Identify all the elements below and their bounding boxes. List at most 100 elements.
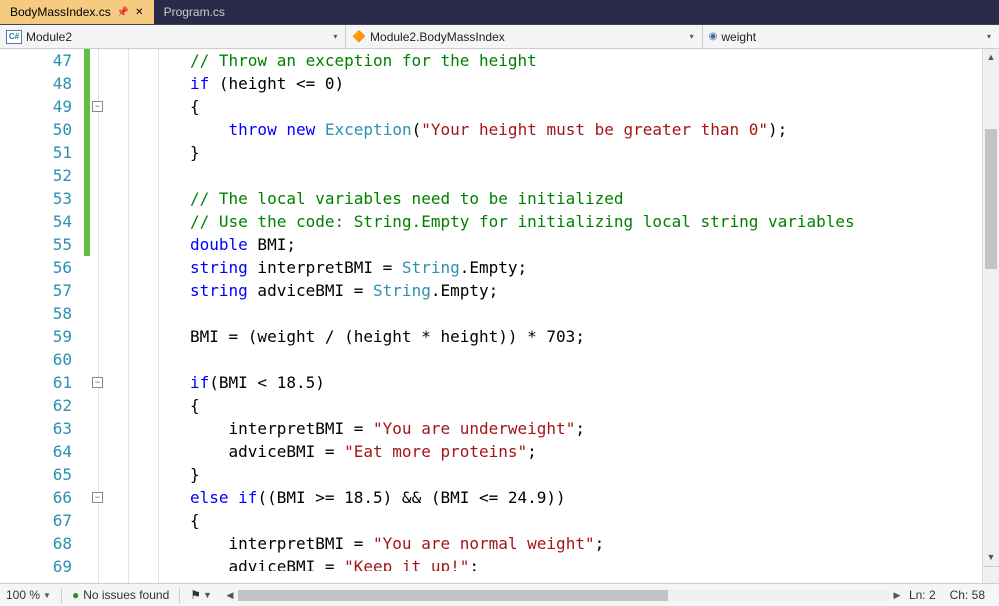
fold-toggle[interactable]: − — [92, 492, 103, 503]
tab-label: Program.cs — [164, 5, 225, 19]
close-icon[interactable]: ✕ — [135, 7, 143, 18]
code-line[interactable]: BMI = (weight / (height * height)) * 703… — [190, 325, 855, 348]
change-tracking-bar — [84, 49, 90, 256]
line-number: 55 — [0, 233, 72, 256]
line-number: 51 — [0, 141, 72, 164]
line-number: 63 — [0, 417, 72, 440]
tab-bodymassindex[interactable]: BodyMassIndex.cs 📌 ✕ — [0, 0, 154, 24]
fold-toggle[interactable]: − — [92, 101, 103, 112]
code-line[interactable]: else if((BMI >= 18.5) && (BMI <= 24.9)) — [190, 486, 855, 509]
code-line[interactable]: interpretBMI = "You are normal weight"; — [190, 532, 855, 555]
code-area[interactable]: // Throw an exception for the heightif (… — [190, 49, 855, 583]
code-editor[interactable]: 4748495051525354555657585960616263646566… — [0, 49, 999, 583]
zoom-control[interactable]: 100 % ▼ — [0, 588, 57, 602]
separator — [61, 588, 62, 603]
code-line[interactable] — [190, 302, 855, 325]
class-icon: 🔶 — [352, 30, 366, 43]
split-handle[interactable] — [983, 566, 999, 583]
flag-icon: ⚑ — [190, 588, 201, 602]
fold-toggle[interactable]: − — [92, 377, 103, 388]
field-icon: ◉ — [709, 31, 718, 42]
line-number: 61 — [0, 371, 72, 394]
char-indicator: Ch: 58 — [950, 588, 985, 602]
code-line[interactable]: if(BMI < 18.5) — [190, 371, 855, 394]
scroll-thumb[interactable] — [985, 129, 997, 269]
code-line[interactable]: adviceBMI = "Eat more proteins"; — [190, 440, 855, 463]
line-number: 69 — [0, 555, 72, 578]
code-line[interactable]: interpretBMI = "You are underweight"; — [190, 417, 855, 440]
tab-label: BodyMassIndex.cs — [10, 5, 111, 19]
line-indicator: Ln: 2 — [909, 588, 936, 602]
line-number: 53 — [0, 187, 72, 210]
chevron-down-icon: ▾ — [331, 32, 339, 41]
code-line[interactable]: string adviceBMI = String.Empty; — [190, 279, 855, 302]
code-line[interactable]: if (height <= 0) — [190, 72, 855, 95]
line-number: 68 — [0, 532, 72, 555]
editor-margin: − − − — [80, 49, 190, 583]
chevron-down-icon: ▾ — [985, 32, 993, 41]
line-number-gutter: 4748495051525354555657585960616263646566… — [0, 49, 80, 583]
line-number: 48 — [0, 72, 72, 95]
line-number: 62 — [0, 394, 72, 417]
code-line[interactable]: { — [190, 95, 855, 118]
separator — [179, 588, 180, 603]
line-number: 60 — [0, 348, 72, 371]
scroll-thumb[interactable] — [238, 590, 668, 601]
tab-program[interactable]: Program.cs — [154, 0, 235, 24]
code-line[interactable]: adviceBMI = "Keep it up!"; — [190, 555, 855, 571]
indent-guide — [158, 49, 159, 583]
line-number: 54 — [0, 210, 72, 233]
code-line[interactable]: } — [190, 141, 855, 164]
indent-guide — [128, 49, 129, 583]
line-number: 66 — [0, 486, 72, 509]
code-line[interactable]: double BMI; — [190, 233, 855, 256]
zoom-label: 100 % — [6, 588, 40, 602]
type-label: Module2.BodyMassIndex — [370, 30, 688, 44]
pin-icon[interactable]: 📌 — [117, 7, 129, 18]
chevron-down-icon: ▼ — [203, 590, 212, 600]
scroll-up-arrow[interactable]: ▲ — [983, 49, 999, 66]
scroll-right-arrow[interactable]: ▶ — [889, 587, 905, 604]
line-number: 65 — [0, 463, 72, 486]
member-dropdown[interactable]: ◉ weight ▾ — [703, 25, 999, 48]
chevron-down-icon: ▼ — [43, 591, 51, 600]
line-number: 64 — [0, 440, 72, 463]
code-line[interactable]: // Throw an exception for the height — [190, 49, 855, 72]
line-number: 67 — [0, 509, 72, 532]
line-number: 58 — [0, 302, 72, 325]
code-line[interactable]: // The local variables need to be initia… — [190, 187, 855, 210]
line-number: 47 — [0, 49, 72, 72]
code-line[interactable]: string interpretBMI = String.Empty; — [190, 256, 855, 279]
status-bar: 100 % ▼ ● No issues found ⚑ ▼ ◀ ▶ Ln: 2 … — [0, 583, 999, 606]
member-label: weight — [721, 30, 985, 44]
issues-indicator[interactable]: ● No issues found — [66, 588, 175, 602]
line-number: 59 — [0, 325, 72, 348]
code-line[interactable]: throw new Exception("Your height must be… — [190, 118, 855, 141]
code-line[interactable] — [190, 164, 855, 187]
code-line[interactable]: { — [190, 509, 855, 532]
line-number: 57 — [0, 279, 72, 302]
code-line[interactable]: // Use the code: String.Empty for initia… — [190, 210, 855, 233]
scope-label: Module2 — [26, 30, 331, 44]
navigation-bar: C# Module2 ▾ 🔶 Module2.BodyMassIndex ▾ ◉… — [0, 25, 999, 49]
issues-label: No issues found — [83, 588, 169, 602]
line-number: 56 — [0, 256, 72, 279]
check-icon: ● — [72, 588, 79, 602]
issue-nav[interactable]: ⚑ ▼ — [184, 588, 218, 602]
tab-strip: BodyMassIndex.cs 📌 ✕ Program.cs — [0, 0, 999, 25]
scroll-down-arrow[interactable]: ▼ — [983, 549, 999, 566]
line-number: 52 — [0, 164, 72, 187]
horizontal-scrollbar[interactable]: ◀ ▶ — [222, 587, 905, 604]
vertical-scrollbar[interactable]: ▲ ▼ — [982, 49, 999, 583]
line-number: 49 — [0, 95, 72, 118]
scope-dropdown[interactable]: C# Module2 ▾ — [0, 25, 346, 48]
chevron-down-icon: ▾ — [688, 32, 696, 41]
type-dropdown[interactable]: 🔶 Module2.BodyMassIndex ▾ — [346, 25, 702, 48]
csharp-icon: C# — [6, 30, 22, 44]
scroll-left-arrow[interactable]: ◀ — [222, 587, 238, 604]
line-number: 50 — [0, 118, 72, 141]
code-line[interactable]: } — [190, 463, 855, 486]
code-line[interactable] — [190, 348, 855, 371]
cursor-position: Ln: 2 Ch: 58 — [909, 588, 999, 602]
code-line[interactable]: { — [190, 394, 855, 417]
